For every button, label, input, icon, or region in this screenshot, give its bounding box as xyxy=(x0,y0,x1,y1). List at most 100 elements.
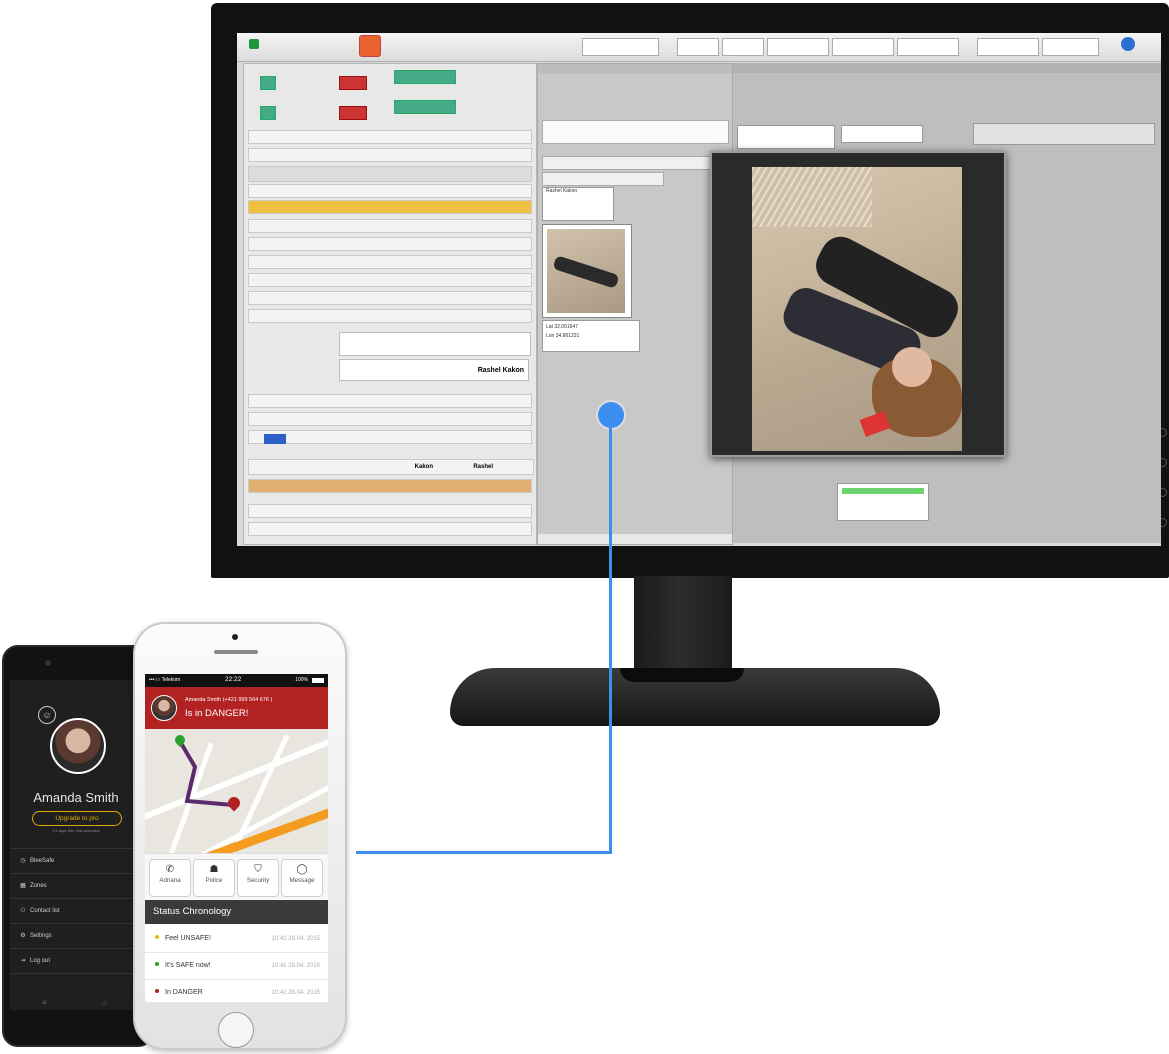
call-security-button[interactable]: ⛉ Security xyxy=(237,859,279,897)
status-dot xyxy=(155,935,159,939)
android-screen: ☺ Amanda Smith Upgrade to pro 14 days fr… xyxy=(10,680,142,1010)
app-toolbar xyxy=(237,33,1161,62)
status-button[interactable] xyxy=(394,100,456,114)
status-dot xyxy=(155,962,159,966)
camera-icon xyxy=(232,634,238,640)
list-item[interactable]: In DANGER 10:41 28.04. 2015 xyxy=(145,980,328,1002)
menu-item-settings[interactable]: ⚙ Settings xyxy=(10,923,142,948)
form-row[interactable] xyxy=(248,255,532,269)
form-row[interactable] xyxy=(248,291,532,305)
home-icon[interactable]: ⌂ xyxy=(102,998,107,1007)
menu-item-contact-list[interactable]: ⚇ Contact list xyxy=(10,898,142,923)
alarm-icon[interactable] xyxy=(359,35,381,57)
status-indicator xyxy=(249,39,259,49)
call-adriana-button[interactable]: ✆ Adriana xyxy=(149,859,191,897)
call-police-button[interactable]: ☗ Police xyxy=(193,859,235,897)
status-bar: •••○○ Telekom 22:22 100% xyxy=(145,674,328,687)
menu-item-log-out[interactable]: ⇥ Log out xyxy=(10,948,142,974)
camera-icon xyxy=(45,660,51,666)
status-chronology-header: Status Chronology xyxy=(145,900,328,924)
patient-name: Rashel Kakon xyxy=(477,367,524,374)
toolbar-field[interactable] xyxy=(1042,38,1099,56)
upgrade-button[interactable]: Upgrade to pro xyxy=(32,811,122,826)
form-row xyxy=(542,120,729,144)
danger-banner[interactable]: Amanda Smith (+421 999 564 676 ) Is in D… xyxy=(145,687,328,729)
event-time: 10:41 28.04. 2015 xyxy=(271,963,320,969)
media-panel: Rashel Kakon Lat 32.051647 Lon 34.861231 xyxy=(537,63,734,545)
info-card[interactable] xyxy=(841,125,923,143)
speaker-grille xyxy=(214,650,258,654)
form-row[interactable] xyxy=(248,504,532,518)
phone-button[interactable] xyxy=(260,76,276,90)
menu-item-zones[interactable]: ▦ Zones xyxy=(10,873,142,898)
form-row[interactable] xyxy=(248,412,532,426)
alert-button[interactable] xyxy=(339,106,367,120)
toolbar-field[interactable] xyxy=(897,38,959,56)
alert-contact: Amanda Smith (+421 999 564 676 ) xyxy=(185,697,273,703)
route-map[interactable] xyxy=(145,729,328,853)
clock-label: 22:22 xyxy=(225,676,242,683)
patient-name-field[interactable]: Rashel Kakon xyxy=(339,359,529,381)
map-toolbar[interactable] xyxy=(973,123,1155,145)
photo-viewer-window[interactable] xyxy=(710,151,1006,457)
lon-label: Lon 34.861231 xyxy=(546,333,580,339)
tab-strip[interactable] xyxy=(248,479,532,493)
quick-actions: ✆ Adriana ☗ Police ⛉ Security ◯ Message xyxy=(145,853,328,901)
form-row[interactable] xyxy=(248,309,532,323)
footer-strip xyxy=(538,534,732,544)
send-message-button[interactable]: ◯ Message xyxy=(281,859,323,897)
home-button[interactable] xyxy=(218,1012,254,1048)
location-card[interactable]: Rashel Kakon xyxy=(542,187,614,221)
info-card[interactable] xyxy=(837,483,929,521)
user-icon[interactable]: ☺ xyxy=(38,706,56,724)
name-row: Rashel Kakon xyxy=(248,459,534,475)
toolbar-field[interactable] xyxy=(977,38,1039,56)
photo-thumbnail[interactable] xyxy=(542,224,632,318)
phone-icon: ✆ xyxy=(165,864,175,875)
toolbar-field[interactable] xyxy=(722,38,764,56)
menu-label: Zones xyxy=(30,883,47,889)
list-item[interactable]: Feel UNSAFE! 10:41 28.04. 2015 xyxy=(145,926,328,953)
toolbar-field[interactable] xyxy=(832,38,894,56)
user-name: Amanda Smith xyxy=(33,790,119,805)
coordinates-card[interactable]: Lat 32.051647 Lon 34.861231 xyxy=(542,320,640,352)
incident-photo xyxy=(752,167,962,451)
avatar xyxy=(151,695,177,721)
police-icon: ☗ xyxy=(209,864,219,875)
toolbar-field[interactable] xyxy=(767,38,829,56)
alert-button[interactable] xyxy=(339,76,367,90)
search-input[interactable] xyxy=(582,38,659,56)
section-title: Status Chronology xyxy=(153,906,232,917)
menu-item-bleesafe[interactable]: ◷ BleeSafe xyxy=(10,848,142,873)
form-row[interactable] xyxy=(248,522,532,536)
dispatch-app-screen: Rashel Kakon Rashel Kakon Rashel Kakon L… xyxy=(237,33,1161,546)
notes-field[interactable] xyxy=(339,332,531,356)
menu-icon[interactable]: ≡ xyxy=(42,998,47,1007)
status-button[interactable] xyxy=(394,70,456,84)
form-row xyxy=(248,148,532,162)
status-dot xyxy=(155,989,159,993)
header-strip xyxy=(248,200,532,214)
form-row[interactable] xyxy=(248,273,532,287)
form-row[interactable] xyxy=(248,219,532,233)
list-item[interactable]: It's SAFE now! 10:41 28.04. 2015 xyxy=(145,953,328,980)
info-card[interactable] xyxy=(737,125,835,149)
form-row[interactable] xyxy=(248,394,532,408)
form-row[interactable] xyxy=(248,237,532,251)
tab-strip[interactable] xyxy=(248,184,532,198)
iphone-screen: •••○○ Telekom 22:22 100% Amanda Smith (+… xyxy=(145,674,328,1002)
connection-line xyxy=(356,851,612,854)
tab-strip[interactable] xyxy=(542,156,734,170)
toolbar-field[interactable] xyxy=(677,38,719,56)
back-arrow-icon[interactable] xyxy=(264,434,286,444)
avatar[interactable] xyxy=(50,718,106,774)
form-row[interactable] xyxy=(248,430,532,444)
logout-icon: ⇥ xyxy=(20,958,26,964)
contacts-icon: ⚇ xyxy=(20,908,26,914)
thumb-label: Rashel Kakon xyxy=(546,188,578,194)
phone-button[interactable] xyxy=(260,106,276,120)
clock-icon: ◷ xyxy=(20,858,26,864)
carrier-label: •••○○ Telekom xyxy=(149,677,181,683)
first-name-value: Rashel xyxy=(473,464,493,470)
tab-strip[interactable] xyxy=(542,172,664,186)
